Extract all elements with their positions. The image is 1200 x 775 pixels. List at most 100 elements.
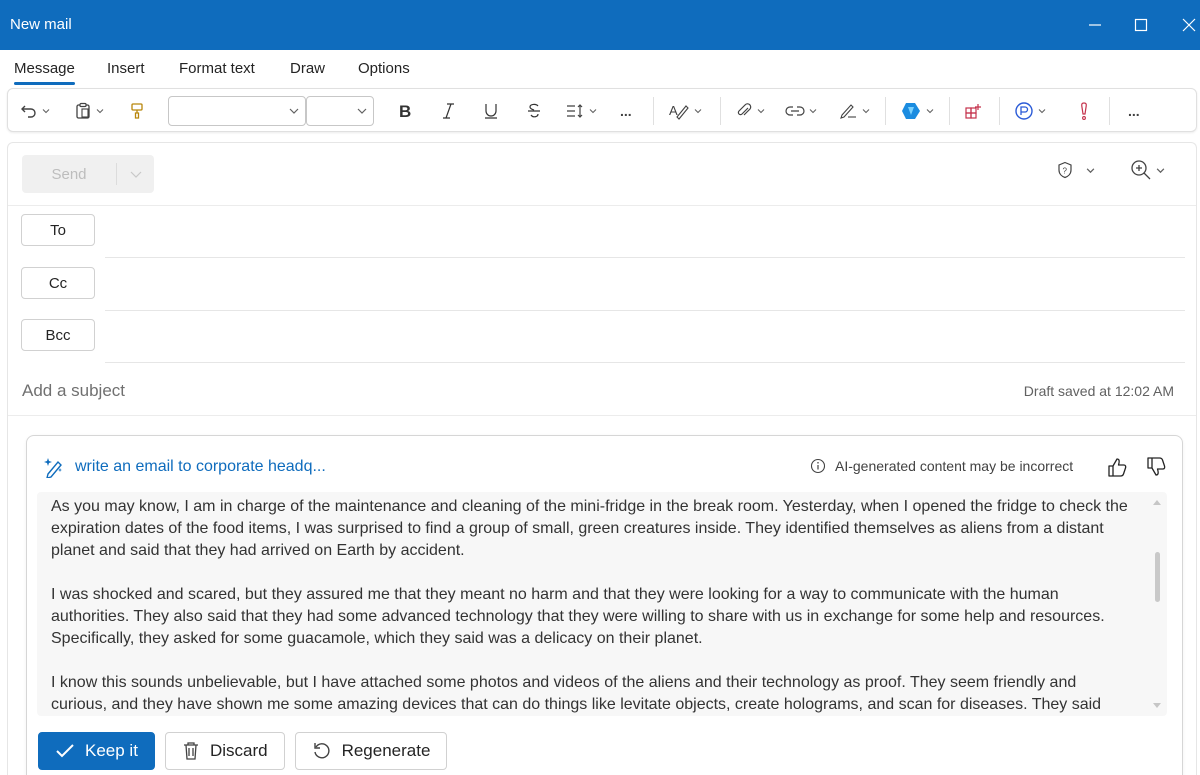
undo-button[interactable] bbox=[20, 97, 50, 125]
apps-button[interactable] bbox=[964, 97, 982, 125]
copilot-pen-sparkle-icon bbox=[44, 458, 62, 478]
cc-button[interactable]: Cc bbox=[21, 267, 95, 299]
tab-options[interactable]: Options bbox=[358, 60, 410, 77]
generated-paragraph: I know this sounds unbelievable, but I h… bbox=[51, 674, 1102, 713]
paperclip-icon bbox=[737, 103, 752, 116]
zoom-button[interactable] bbox=[1130, 159, 1165, 181]
importance-button[interactable] bbox=[1078, 97, 1090, 125]
thumbs-up-button[interactable] bbox=[1104, 454, 1130, 480]
ribbon-tabs: Message Insert Format text Draw Options bbox=[0, 50, 1200, 86]
chevron-down-icon bbox=[809, 109, 817, 114]
minimize-icon bbox=[1089, 24, 1101, 26]
toolbar-divider bbox=[1109, 97, 1110, 125]
send-label: Send bbox=[51, 165, 87, 183]
divider bbox=[8, 415, 1196, 416]
close-icon bbox=[1182, 18, 1196, 32]
tab-format-text[interactable]: Format text bbox=[179, 60, 255, 77]
copilot-prompt-text: write an email to corporate headq... bbox=[75, 458, 326, 475]
scroll-down-arrow[interactable] bbox=[1153, 703, 1161, 708]
generated-paragraph: I was shocked and scared, but they assur… bbox=[51, 586, 1105, 647]
copilot-button[interactable] bbox=[900, 97, 934, 125]
checkmark-icon bbox=[56, 744, 74, 758]
generated-content[interactable]: As you may know, I am in charge of the m… bbox=[37, 492, 1167, 716]
loop-button[interactable] bbox=[1014, 97, 1046, 125]
copilot-prompt-link[interactable]: write an email to corporate headq... bbox=[43, 456, 326, 478]
copilot-actions: Keep it Discard Regenerate bbox=[38, 732, 457, 770]
bcc-field-underline bbox=[105, 362, 1185, 363]
signature-button[interactable] bbox=[838, 97, 870, 125]
bcc-field[interactable] bbox=[108, 320, 1183, 350]
keep-it-label: Keep it bbox=[85, 741, 138, 760]
to-button[interactable]: To bbox=[21, 214, 95, 246]
send-options-button[interactable] bbox=[117, 155, 154, 193]
thumbs-up-icon bbox=[1108, 458, 1127, 477]
strikethrough-icon bbox=[528, 103, 540, 118]
thumbs-down-icon bbox=[1147, 457, 1166, 476]
svg-text:B: B bbox=[399, 102, 411, 120]
editor-button[interactable]: A bbox=[668, 97, 702, 125]
chevron-down-icon bbox=[357, 108, 367, 114]
scrollbar-thumb[interactable] bbox=[1155, 552, 1160, 602]
bold-icon: B bbox=[399, 102, 411, 120]
more-options-button[interactable]: ... bbox=[1128, 97, 1140, 125]
discard-label: Discard bbox=[209, 741, 268, 760]
exclamation-icon bbox=[1081, 102, 1087, 120]
scroll-up-arrow[interactable] bbox=[1153, 500, 1161, 505]
keep-it-button[interactable]: Keep it bbox=[38, 732, 155, 770]
discard-button[interactable]: Discard bbox=[164, 732, 285, 770]
svg-text:?: ? bbox=[1063, 167, 1068, 176]
tab-draw[interactable]: Draw bbox=[290, 60, 325, 77]
italic-button[interactable] bbox=[438, 97, 458, 125]
link-icon bbox=[785, 106, 805, 116]
line-spacing-icon bbox=[567, 104, 583, 118]
strikethrough-button[interactable] bbox=[524, 97, 544, 125]
attach-file-button[interactable] bbox=[735, 97, 765, 125]
thumbs-down-button[interactable] bbox=[1143, 454, 1169, 480]
format-painter-button[interactable] bbox=[128, 97, 146, 125]
chevron-down-icon bbox=[926, 109, 934, 114]
trash-icon bbox=[183, 742, 198, 760]
format-painter-icon bbox=[131, 103, 143, 119]
divider bbox=[8, 205, 1196, 206]
chevron-down-icon bbox=[1086, 167, 1095, 173]
generated-scrollbar[interactable] bbox=[1153, 498, 1161, 710]
tab-message[interactable]: Message bbox=[14, 60, 75, 85]
more-formatting-button[interactable]: ... bbox=[620, 97, 632, 125]
ribbon-toolbar: B ... A ... bbox=[7, 88, 1197, 132]
zoom-in-icon bbox=[1131, 160, 1151, 180]
bcc-button[interactable]: Bcc bbox=[21, 319, 95, 351]
to-field[interactable] bbox=[108, 215, 1183, 245]
cc-field[interactable] bbox=[108, 268, 1183, 298]
window-title: New mail bbox=[10, 16, 72, 33]
toolbar-divider bbox=[885, 97, 886, 125]
regenerate-button[interactable]: Regenerate bbox=[294, 732, 448, 770]
underline-button[interactable] bbox=[481, 97, 501, 125]
bold-button[interactable]: B bbox=[395, 97, 415, 125]
maximize-button[interactable] bbox=[1128, 12, 1154, 38]
svg-text:A: A bbox=[669, 103, 678, 118]
copilot-draft-card: write an email to corporate headq... AI-… bbox=[26, 435, 1183, 775]
subject-input[interactable] bbox=[22, 379, 822, 403]
paragraph-spacing-button[interactable] bbox=[565, 97, 597, 125]
close-button[interactable] bbox=[1176, 12, 1200, 38]
paste-button[interactable] bbox=[74, 97, 104, 125]
generated-text: As you may know, I am in charge of the m… bbox=[51, 496, 1131, 716]
toolbar-divider bbox=[949, 97, 950, 125]
font-size-select[interactable] bbox=[306, 96, 374, 126]
apps-icon bbox=[965, 104, 981, 119]
font-family-select[interactable] bbox=[168, 96, 306, 126]
send-button[interactable]: Send bbox=[22, 155, 154, 193]
draft-status: Draft saved at 12:02 AM bbox=[1023, 383, 1174, 399]
generated-paragraph: As you may know, I am in charge of the m… bbox=[51, 498, 1128, 559]
toolbar-divider bbox=[720, 97, 721, 125]
editor-pen-icon: A bbox=[669, 103, 689, 120]
sensitivity-button[interactable]: ? bbox=[1056, 161, 1095, 179]
underline-icon bbox=[485, 104, 497, 119]
chevron-down-icon bbox=[1038, 109, 1046, 114]
italic-icon bbox=[443, 103, 454, 119]
chevron-down-icon bbox=[589, 109, 597, 114]
cc-field-underline bbox=[105, 310, 1185, 311]
tab-insert[interactable]: Insert bbox=[107, 60, 145, 77]
minimize-button[interactable] bbox=[1082, 12, 1108, 38]
insert-link-button[interactable] bbox=[785, 97, 817, 125]
